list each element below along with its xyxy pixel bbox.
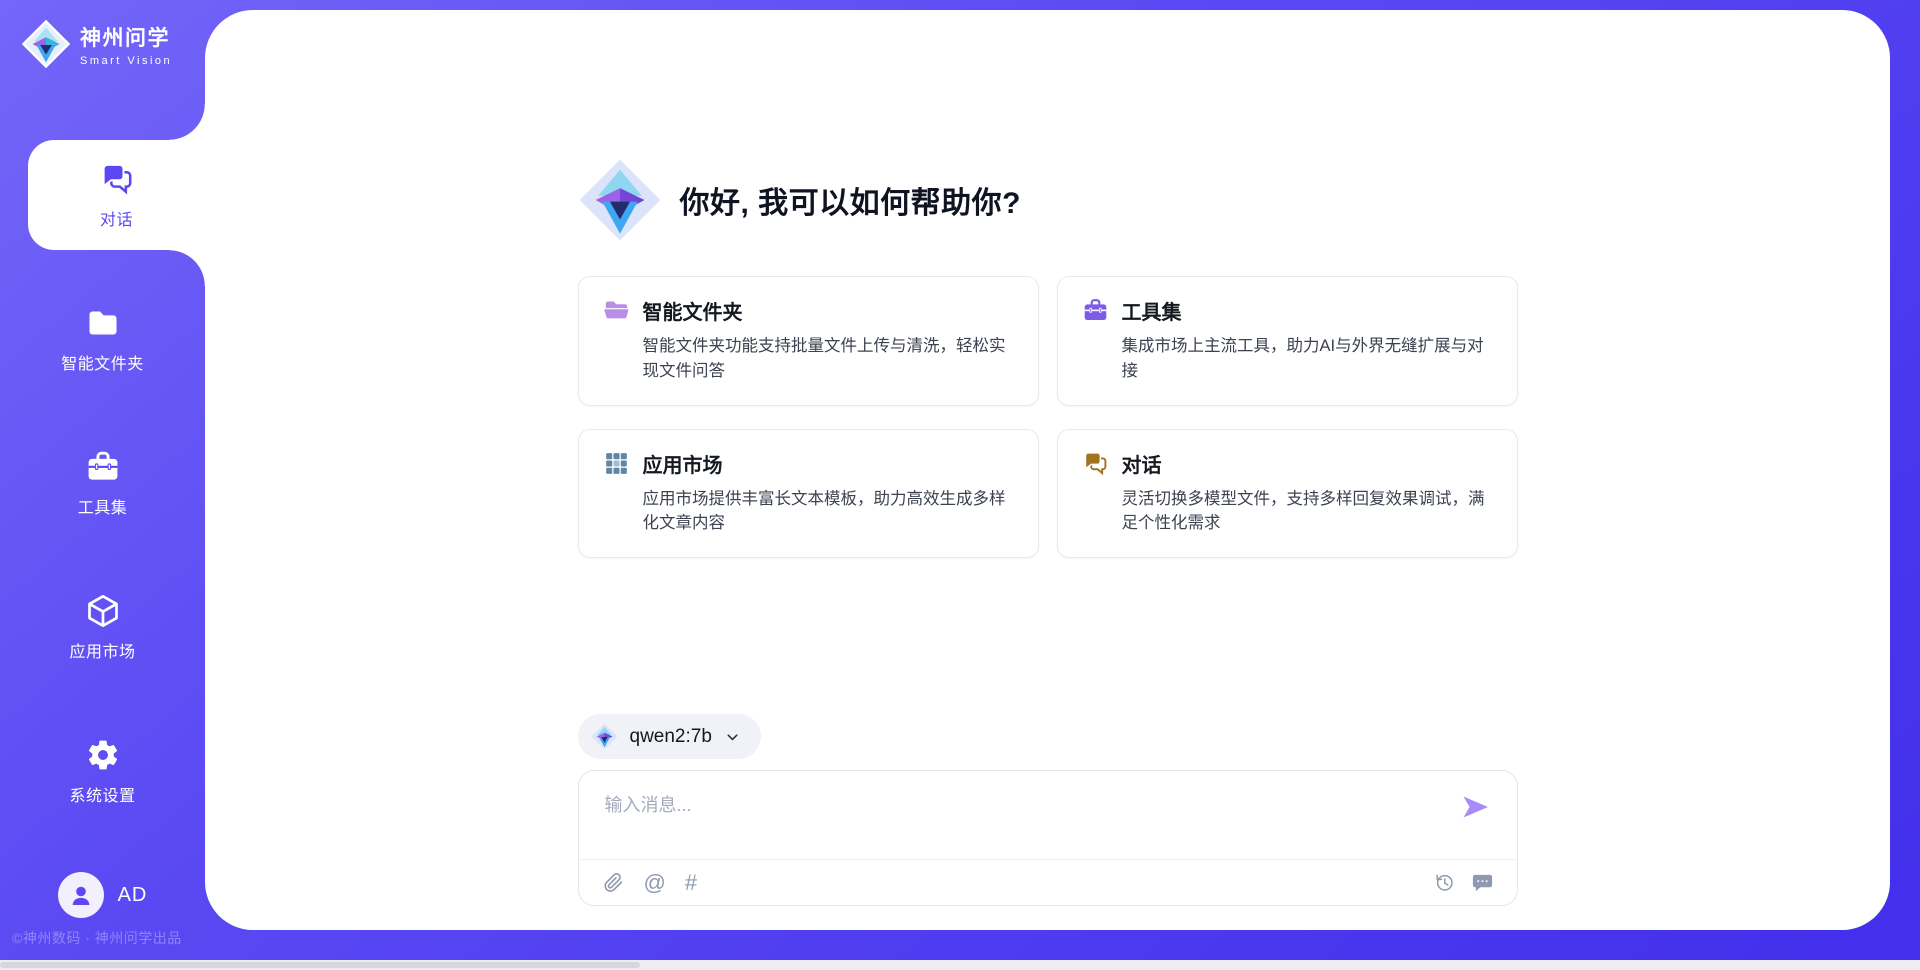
- card-smart-folder[interactable]: 智能文件夹 智能文件夹功能支持批量文件上传与清洗，轻松实现文件问答: [578, 276, 1039, 406]
- sidebar-item-chat[interactable]: 对话: [28, 140, 205, 250]
- sidebar-item-smart-folder[interactable]: 智能文件夹: [0, 284, 205, 394]
- card-toolset[interactable]: 工具集 集成市场上主流工具，助力AI与外界无缝扩展与对接: [1057, 276, 1518, 406]
- card-app-market[interactable]: 应用市场 应用市场提供丰富长文本模板，助力高效生成多样化文章内容: [578, 429, 1039, 559]
- card-title: 工具集: [1122, 296, 1182, 325]
- content-column: 你好, 我可以如何帮助你? 智能文件夹 智能文件夹功能支持批量文件上传与清洗，轻…: [578, 10, 1518, 930]
- history-button[interactable]: [1433, 871, 1456, 894]
- card-description: 集成市场上主流工具，助力AI与外界无缝扩展与对接: [1122, 334, 1493, 384]
- toolbox-icon: [1082, 297, 1109, 324]
- sidebar-item-settings[interactable]: 系统设置: [0, 716, 205, 826]
- send-icon: [1461, 793, 1491, 821]
- diamond-logo-icon: [22, 20, 70, 68]
- card-head: 工具集: [1082, 296, 1493, 325]
- tab-curve-bottom: [169, 250, 205, 286]
- user-avatar-icon: [67, 881, 95, 909]
- gear-icon: [85, 737, 121, 773]
- sidebar-item-label: 对话: [100, 206, 133, 230]
- user-initials: AD: [118, 884, 148, 907]
- scrollbar-thumb[interactable]: [0, 962, 640, 968]
- card-description: 智能文件夹功能支持批量文件上传与清洗，轻松实现文件问答: [643, 334, 1014, 384]
- sidebar-item-label: 工具集: [78, 494, 128, 518]
- model-name: qwen2:7b: [630, 726, 712, 748]
- folder-icon: [603, 297, 630, 324]
- card-chat[interactable]: 对话 灵活切换多模型文件，支持多样回复效果调试，满足个性化需求: [1057, 429, 1518, 559]
- diamond-logo-icon: [591, 723, 618, 750]
- brand-title: 神州问学: [80, 22, 172, 52]
- card-title: 智能文件夹: [643, 296, 743, 325]
- attach-button[interactable]: [602, 871, 625, 894]
- toolbar-right: [1433, 871, 1494, 894]
- hash-icon: #: [685, 870, 697, 895]
- card-title: 应用市场: [643, 449, 723, 478]
- toolbox-icon: [85, 449, 121, 485]
- grid-icon: [603, 450, 630, 477]
- message-input-box: @ #: [578, 770, 1518, 906]
- paperclip-icon: [602, 871, 625, 894]
- at-icon: @: [644, 870, 666, 895]
- sidebar: 神州问学 Smart Vision 对话 智能文件夹: [0, 0, 205, 960]
- comment-icon: [1471, 871, 1494, 894]
- card-title: 对话: [1122, 449, 1162, 478]
- topic-button[interactable]: #: [685, 871, 697, 894]
- horizontal-scrollbar[interactable]: [0, 960, 1920, 970]
- card-head: 应用市场: [603, 449, 1014, 478]
- feature-cards: 智能文件夹 智能文件夹功能支持批量文件上传与清洗，轻松实现文件问答: [578, 276, 1518, 558]
- tab-curve-top: [169, 104, 205, 140]
- greeting-title: 你好, 我可以如何帮助你?: [680, 178, 1022, 222]
- cube-icon: [85, 593, 121, 629]
- folder-icon: [85, 305, 121, 341]
- app-root: 神州问学 Smart Vision 对话 智能文件夹: [0, 0, 1920, 960]
- mention-button[interactable]: @: [644, 871, 666, 894]
- chat-icon: [1082, 450, 1109, 477]
- sidebar-item-label: 系统设置: [69, 782, 135, 806]
- greeting: 你好, 我可以如何帮助你?: [578, 158, 1518, 242]
- sidebar-nav: 对话 智能文件夹 工具集: [0, 140, 205, 860]
- brand: 神州问学 Smart Vision: [22, 20, 172, 68]
- user-profile[interactable]: AD: [0, 872, 205, 918]
- feedback-button[interactable]: [1471, 871, 1494, 894]
- chevron-down-icon: [724, 729, 741, 746]
- sidebar-item-label: 应用市场: [69, 638, 135, 662]
- toolbar-left: @ #: [602, 871, 698, 894]
- input-toolbar: @ #: [580, 859, 1516, 905]
- composer: qwen2:7b: [578, 714, 1518, 906]
- sidebar-item-app-market[interactable]: 应用市场: [0, 572, 205, 682]
- main-panel: 你好, 我可以如何帮助你? 智能文件夹 智能文件夹功能支持批量文件上传与清洗，轻…: [205, 10, 1890, 930]
- card-description: 应用市场提供丰富长文本模板，助力高效生成多样化文章内容: [643, 487, 1014, 537]
- brand-text: 神州问学 Smart Vision: [80, 22, 172, 67]
- history-icon: [1433, 871, 1456, 894]
- sidebar-item-label: 智能文件夹: [61, 350, 144, 374]
- card-head: 对话: [1082, 449, 1493, 478]
- diamond-logo-icon: [578, 158, 662, 242]
- card-description: 灵活切换多模型文件，支持多样回复效果调试，满足个性化需求: [1122, 487, 1493, 537]
- sidebar-item-toolset[interactable]: 工具集: [0, 428, 205, 538]
- brand-subtitle: Smart Vision: [80, 55, 172, 67]
- card-head: 智能文件夹: [603, 296, 1014, 325]
- message-input[interactable]: [579, 771, 1517, 859]
- model-selector[interactable]: qwen2:7b: [578, 714, 761, 759]
- sidebar-footer: ©神州数码 · 神州问学出品: [12, 928, 182, 948]
- send-button[interactable]: [1459, 791, 1493, 823]
- avatar: [58, 872, 104, 918]
- chat-icon: [99, 161, 135, 197]
